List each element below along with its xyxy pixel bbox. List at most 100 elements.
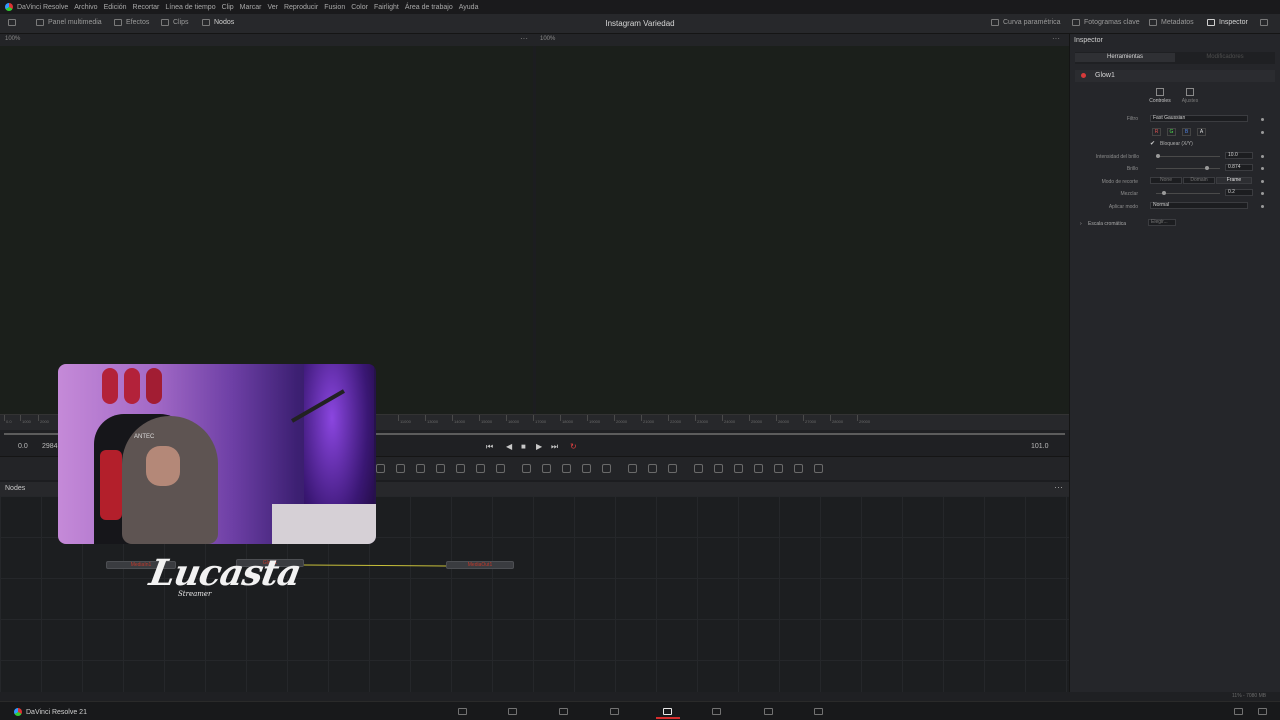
intensidad-keyframe-icon[interactable] — [1261, 155, 1264, 158]
go-to-end-icon[interactable]: ⏭ — [551, 442, 558, 452]
menu-app[interactable]: DaVinci Resolve — [17, 4, 68, 11]
intensidad-value[interactable]: 10.0 — [1225, 152, 1253, 159]
channels-keyframe-icon[interactable] — [1261, 131, 1264, 134]
metadatos-button[interactable]: Metadatos — [1149, 19, 1194, 26]
brillo-value[interactable]: 0.874 — [1225, 164, 1253, 171]
efectos-button[interactable]: Efectos — [114, 19, 149, 26]
intensidad-knob[interactable] — [1156, 154, 1160, 158]
fusion-tool-icon[interactable] — [774, 464, 783, 473]
fusion-tool-icon[interactable] — [754, 464, 763, 473]
viewer-left[interactable] — [0, 46, 533, 414]
channel-r-toggle[interactable]: R — [1152, 128, 1161, 136]
inspector-button[interactable]: Inspector — [1207, 19, 1248, 26]
curva-parametrica-button[interactable]: Curva paramétrica — [991, 19, 1061, 26]
escala-elegir-button[interactable]: Elegir... — [1148, 219, 1176, 226]
deliver-page-icon[interactable] — [764, 708, 773, 715]
aplicar-modo-select[interactable]: Normal — [1150, 202, 1248, 209]
fusion-tool-icon[interactable] — [496, 464, 505, 473]
modo-recorte-frame[interactable]: Frame — [1216, 177, 1252, 184]
home-icon[interactable] — [1234, 708, 1243, 715]
brillo-knob[interactable] — [1205, 166, 1209, 170]
fusion-tool-icon[interactable] — [814, 464, 823, 473]
play-reverse-icon[interactable]: ◀ — [506, 442, 512, 451]
fusion-tool-icon[interactable] — [582, 464, 591, 473]
go-to-start-icon[interactable]: ⏮ — [486, 442, 493, 452]
timecode-start[interactable]: 0.0 — [18, 443, 28, 450]
fusion-tool-icon[interactable] — [694, 464, 703, 473]
node-mediaout[interactable]: MediaOut1 — [446, 561, 514, 569]
fotogramas-clave-button[interactable]: Fotogramas clave — [1072, 19, 1140, 26]
escala-expand-icon[interactable]: › — [1080, 221, 1082, 227]
color-page-icon[interactable] — [663, 708, 672, 715]
menu-marcar[interactable]: Marcar — [240, 4, 262, 11]
viewer-menu-dots[interactable]: ··· — [520, 34, 528, 43]
more-options-button[interactable] — [1260, 19, 1268, 26]
menu-ver[interactable]: Ver — [267, 4, 278, 11]
fusion-tool-icon[interactable] — [628, 464, 637, 473]
menu-area-de-trabajo[interactable]: Área de trabajo — [405, 4, 453, 11]
panel-multimedia-button[interactable]: Panel multimedia — [36, 19, 102, 26]
fusion-tool-icon[interactable] — [734, 464, 743, 473]
menu-recortar[interactable]: Recortar — [133, 4, 160, 11]
menu-archivo[interactable]: Archivo — [74, 4, 97, 11]
expand-button[interactable] — [8, 19, 16, 26]
fusion-tool-icon[interactable] — [456, 464, 465, 473]
fusion-tool-icon[interactable] — [648, 464, 657, 473]
fairlight-page-icon[interactable] — [712, 708, 721, 715]
fusion-tool-icon[interactable] — [602, 464, 611, 473]
menu-color[interactable]: Color — [351, 4, 368, 11]
play-icon[interactable]: ▶ — [536, 442, 542, 451]
aplicar-modo-keyframe-icon[interactable] — [1261, 205, 1264, 208]
subtab-ajustes[interactable]: Ajustes — [1170, 88, 1210, 104]
fusion-tool-icon[interactable] — [542, 464, 551, 473]
menu-linea-de-tiempo[interactable]: Línea de tiempo — [165, 4, 215, 11]
cut-page-icon[interactable] — [508, 708, 517, 715]
settings-gear-icon[interactable] — [1258, 708, 1267, 715]
mezclar-value[interactable]: 0.2 — [1225, 189, 1253, 196]
menu-clip[interactable]: Clip — [222, 4, 234, 11]
fusion-page-icon[interactable] — [610, 708, 619, 715]
mezclar-knob[interactable] — [1162, 191, 1166, 195]
extra-page-icon[interactable] — [814, 708, 823, 715]
fusion-tool-icon[interactable] — [476, 464, 485, 473]
viewer-right-menu-dots[interactable]: ··· — [1052, 34, 1060, 43]
modo-recorte-keyframe-icon[interactable] — [1261, 180, 1264, 183]
fusion-tool-icon[interactable] — [562, 464, 571, 473]
channel-b-toggle[interactable]: B — [1182, 128, 1191, 136]
edit-page-icon[interactable] — [559, 708, 568, 715]
menu-reproducir[interactable]: Reproducir — [284, 4, 318, 11]
modo-recorte-domain[interactable]: Domain — [1183, 177, 1215, 184]
menu-fusion[interactable]: Fusion — [324, 4, 345, 11]
tab-herramientas[interactable]: Herramientas — [1075, 53, 1175, 62]
viewer-right[interactable] — [536, 46, 1069, 414]
menu-fairlight[interactable]: Fairlight — [374, 4, 399, 11]
loop-icon[interactable]: ↻ — [570, 442, 577, 451]
channel-a-toggle[interactable]: A — [1197, 128, 1206, 136]
fusion-tool-icon[interactable] — [436, 464, 445, 473]
fusion-tool-icon[interactable] — [396, 464, 405, 473]
viewer-right-zoom[interactable]: 100% — [540, 36, 555, 42]
brillo-slider[interactable] — [1156, 168, 1220, 169]
filtro-select[interactable]: Fast Gaussian — [1150, 115, 1248, 122]
modo-recorte-none[interactable]: None — [1150, 177, 1182, 184]
nodos-button[interactable]: Nodos — [202, 19, 234, 26]
fusion-tool-icon[interactable] — [376, 464, 385, 473]
viewer-left-zoom[interactable]: 100% — [5, 36, 20, 42]
menu-edicion[interactable]: Edición — [104, 4, 127, 11]
fusion-tool-icon[interactable] — [668, 464, 677, 473]
tab-modificadores[interactable]: Modificadores — [1175, 53, 1275, 62]
channel-g-toggle[interactable]: G — [1167, 128, 1176, 136]
clips-button[interactable]: Clips — [161, 19, 189, 26]
nodes-menu-dots[interactable]: ··· — [1054, 482, 1063, 492]
brillo-keyframe-icon[interactable] — [1261, 167, 1264, 170]
menu-ayuda[interactable]: Ayuda — [459, 4, 479, 11]
media-page-icon[interactable] — [458, 708, 467, 715]
filtro-keyframe-icon[interactable] — [1261, 118, 1264, 121]
inspector-node-header[interactable]: Glow1 — [1075, 70, 1275, 82]
bloquear-checkbox-icon[interactable]: ✔ — [1150, 140, 1155, 147]
fusion-tool-icon[interactable] — [522, 464, 531, 473]
intensidad-slider[interactable] — [1156, 156, 1220, 157]
stop-icon[interactable]: ■ — [521, 442, 526, 451]
fusion-tool-icon[interactable] — [794, 464, 803, 473]
fusion-tool-icon[interactable] — [714, 464, 723, 473]
